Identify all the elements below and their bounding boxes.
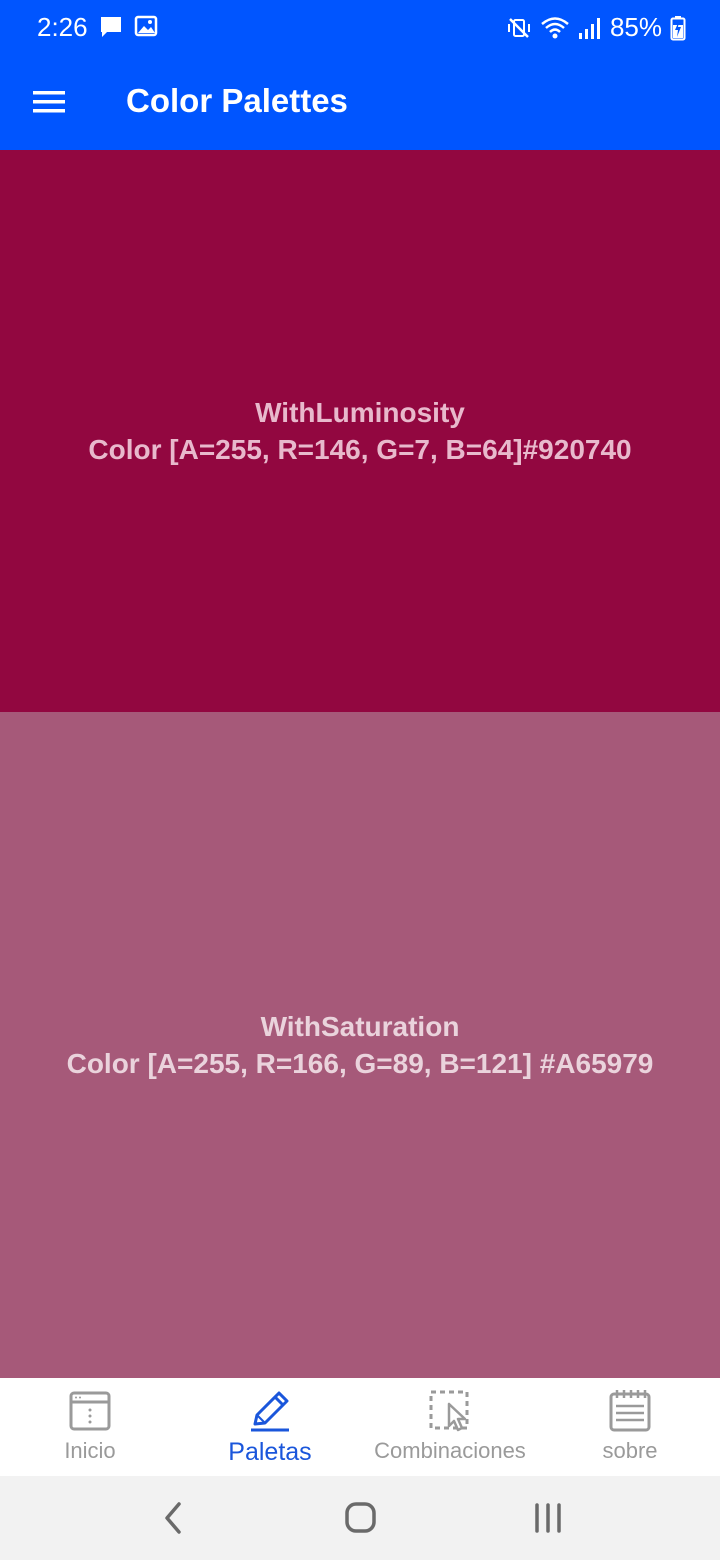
nav-label: sobre	[602, 1438, 658, 1463]
swatch-name: WithLuminosity	[255, 397, 465, 428]
wifi-icon	[541, 16, 569, 38]
home-button[interactable]	[336, 1496, 384, 1540]
battery-percentage: 85%	[609, 12, 662, 42]
nav-label: Inicio	[64, 1438, 116, 1463]
swatch-color-value: Color [A=255, R=146, G=7, B=64]#920740	[88, 434, 632, 465]
browser-window-icon	[69, 1391, 111, 1431]
nav-label: Paletas	[228, 1438, 312, 1466]
nav-item-sobre[interactable]: sobre	[540, 1378, 720, 1476]
status-notification-icons	[98, 14, 158, 40]
swatch-name: WithSaturation	[260, 1011, 460, 1042]
selection-cursor-icon	[429, 1390, 469, 1432]
recents-icon	[535, 1503, 561, 1533]
system-navigation-bar	[0, 1476, 720, 1560]
nav-label: Combinaciones	[374, 1438, 526, 1463]
recents-button[interactable]	[524, 1496, 572, 1540]
bottom-navigation: Inicio Paletas Combinaciones sobre	[0, 1378, 720, 1476]
back-button[interactable]	[149, 1496, 197, 1540]
app-bar: Color Palettes	[0, 56, 720, 150]
notepad-icon	[609, 1390, 651, 1432]
chat-icon	[101, 17, 121, 37]
nav-item-paletas[interactable]: Paletas	[180, 1378, 360, 1476]
mute-vibrate-icon	[507, 17, 530, 38]
page-title: Color Palettes	[126, 82, 348, 119]
nav-item-combinaciones[interactable]: Combinaciones	[360, 1378, 540, 1476]
swatch-color-value: Color [A=255, R=166, G=89, B=121] #A6597…	[66, 1048, 654, 1079]
back-icon	[165, 1502, 181, 1534]
image-icon	[134, 15, 158, 37]
pencil-icon	[251, 1391, 289, 1432]
home-icon	[345, 1502, 376, 1533]
hamburger-menu-icon	[33, 91, 65, 113]
battery-charging-icon	[670, 15, 686, 40]
signal-icon	[578, 17, 600, 39]
status-system-icons: 85%	[506, 12, 686, 43]
status-bar: 2:26 85%	[0, 0, 720, 56]
menu-button[interactable]	[26, 80, 72, 126]
saturation-swatch: WithSaturation Color [A=255, R=166, G=89…	[0, 712, 720, 1378]
nav-item-inicio[interactable]: Inicio	[0, 1378, 180, 1476]
luminosity-swatch: WithLuminosity Color [A=255, R=146, G=7,…	[0, 150, 720, 712]
status-time: 2:26	[37, 12, 88, 42]
